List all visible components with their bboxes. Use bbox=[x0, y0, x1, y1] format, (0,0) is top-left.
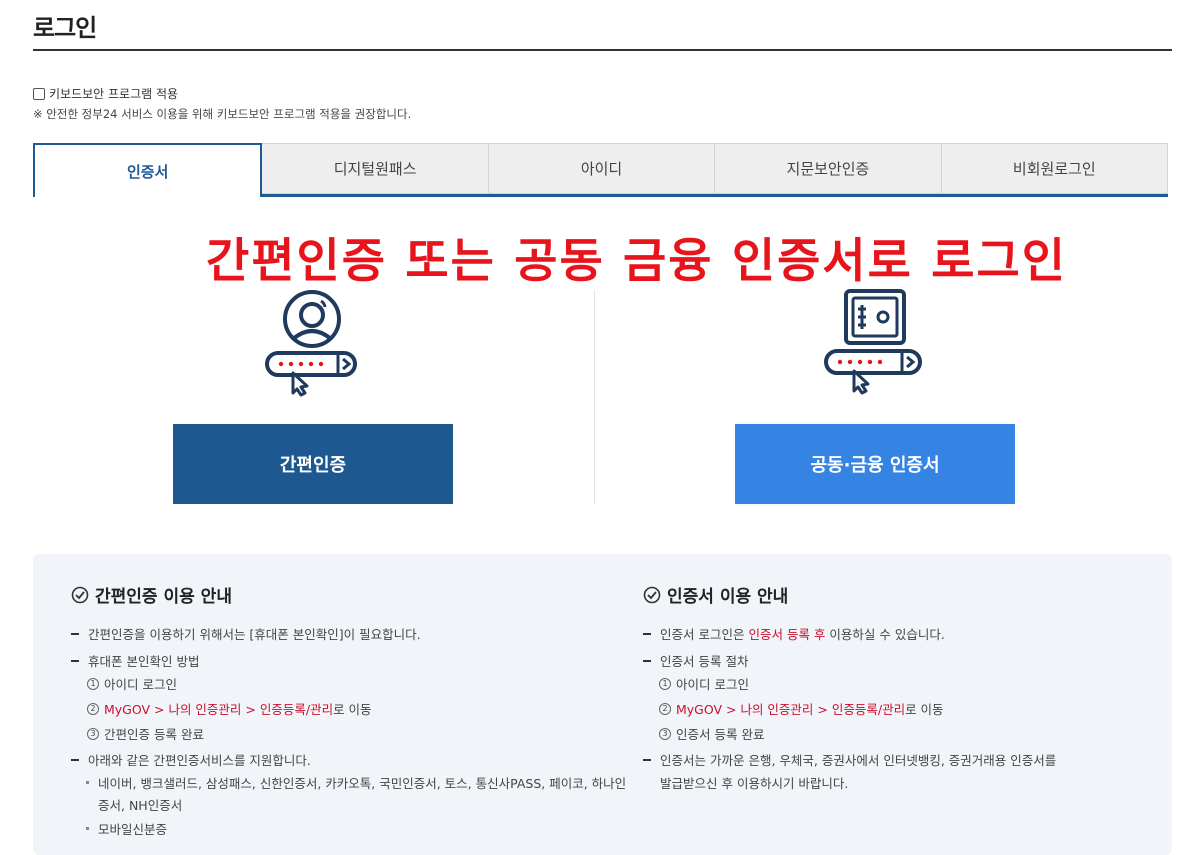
step-text: 아이디 로그인 bbox=[676, 677, 749, 692]
overlay-caption: 간편인증 또는 공동 금융 인증서로 로그인 bbox=[206, 234, 1067, 289]
simple-guide-line: 휴대폰 본인확인 방법 bbox=[71, 651, 199, 670]
keyboard-security-label[interactable]: 키보드보안 프로그램 적용 bbox=[49, 85, 178, 102]
title-rule bbox=[33, 49, 1172, 51]
simple-guide-heading-text: 간편인증 이용 안내 bbox=[95, 587, 232, 607]
cert-guide-line-text: 이용하실 수 있습니다. bbox=[829, 627, 945, 642]
step-text: 인증서 등록 완료 bbox=[676, 727, 765, 742]
step-number: 2 bbox=[659, 702, 671, 715]
cert-guide-line-text: 인증서 로그인은 bbox=[660, 627, 745, 642]
step-number: 3 bbox=[87, 727, 99, 740]
cert-guide-emphasis: 인증서 등록 후 bbox=[748, 627, 826, 642]
simple-guide-line-text: 휴대폰 본인확인 방법 bbox=[88, 654, 200, 669]
tab-digital-onepass[interactable]: 디지털원패스 bbox=[262, 143, 489, 194]
step-number: 2 bbox=[87, 702, 99, 715]
tab-fingerprint[interactable]: 지문보안인증 bbox=[715, 143, 942, 194]
page-title: 로그인 bbox=[33, 14, 97, 42]
keyboard-security-checkbox[interactable] bbox=[33, 87, 45, 100]
tab-guest-login[interactable]: 비회원로그인 bbox=[941, 143, 1169, 194]
simple-guide-step: 3 간편인증 등록 완료 bbox=[71, 724, 204, 743]
simple-guide-bullet: 모바일신분증 bbox=[71, 819, 167, 838]
keyboard-security-note: ※ 안전한 정부24 서비스 이용을 위해 키보드보안 프로그램 적용을 권장합… bbox=[33, 107, 412, 121]
cert-guide-line-text: 인증서는 가까운 은행, 우체국, 증권사에서 인터넷뱅킹, 증권거래용 인증서… bbox=[660, 753, 1057, 768]
cert-guide-step: 1 아이디 로그인 bbox=[643, 674, 749, 693]
simple-guide-step: 2 MyGOV > 나의 인증관리 > 인증등록/관리 로 이동 bbox=[71, 699, 372, 718]
check-circle-icon bbox=[71, 586, 89, 603]
cert-guide-step: 2 MyGOV > 나의 인증관리 > 인증등록/관리 로 이동 bbox=[643, 699, 944, 718]
person-password-icon bbox=[265, 290, 357, 397]
simple-guide-line-text: 아래와 같은 간편인증서비스를 지원합니다. bbox=[88, 753, 311, 768]
simple-guide-step: 1 아이디 로그인 bbox=[71, 674, 177, 693]
step-number: 3 bbox=[659, 727, 671, 740]
simple-guide-bullet: 네이버, 뱅크샐러드, 삼성패스, 신한인증서, 카카오톡, 국민인증서, 토스… bbox=[71, 773, 626, 792]
cert-guide-line: 인증서 로그인은 인증서 등록 후 이용하실 수 있습니다. bbox=[643, 624, 945, 643]
mygov-link[interactable]: MyGOV > 나의 인증관리 > 인증등록/관리 bbox=[104, 699, 333, 718]
step-number: 1 bbox=[659, 677, 671, 690]
simple-guide-line-text: 간편인증을 이용하기 위해서는 [휴대폰 본인확인]이 필요합니다. bbox=[88, 627, 421, 642]
providers-text: 증서, NH인증서 bbox=[98, 798, 183, 813]
simple-guide-line: 간편인증을 이용하기 위해서는 [휴대폰 본인확인]이 필요합니다. bbox=[71, 624, 421, 643]
login-tabs: 인증서 디지털원패스 아이디 지문보안인증 비회원로그인 bbox=[33, 143, 1169, 197]
cert-guide-line-cont: 발급받으신 후 이용하시기 바랍니다. bbox=[643, 773, 848, 792]
cert-guide-step: 3 인증서 등록 완료 bbox=[643, 724, 764, 743]
step-text: 간편인증 등록 완료 bbox=[104, 727, 204, 742]
safe-password-icon bbox=[824, 289, 922, 395]
cert-guide-line: 인증서는 가까운 은행, 우체국, 증권사에서 인터넷뱅킹, 증권거래용 인증서… bbox=[643, 750, 1056, 769]
keyboard-security-row[interactable]: 키보드보안 프로그램 적용 bbox=[33, 85, 178, 102]
cert-guide-line-text: 발급받으신 후 이용하시기 바랍니다. bbox=[660, 776, 849, 791]
column-divider bbox=[594, 290, 595, 504]
mygov-link[interactable]: MyGOV > 나의 인증관리 > 인증등록/관리 bbox=[676, 699, 905, 718]
cert-guide-heading: 인증서 이용 안내 bbox=[643, 582, 788, 607]
cert-guide-line-text: 인증서 등록 절차 bbox=[660, 654, 749, 669]
step-text: 로 이동 bbox=[333, 702, 372, 717]
joint-cert-button[interactable]: 공동·금융 인증서 bbox=[735, 424, 1015, 504]
step-text: 로 이동 bbox=[905, 702, 944, 717]
step-text: 아이디 로그인 bbox=[104, 677, 177, 692]
simple-guide-line: 아래와 같은 간편인증서비스를 지원합니다. bbox=[71, 750, 311, 769]
simple-guide-bullet-cont: 증서, NH인증서 bbox=[71, 795, 182, 814]
cert-guide-line: 인증서 등록 절차 bbox=[643, 651, 748, 670]
check-circle-icon bbox=[643, 586, 661, 603]
cert-guide-heading-text: 인증서 이용 안내 bbox=[667, 587, 789, 607]
simple-guide-heading: 간편인증 이용 안내 bbox=[71, 582, 232, 607]
mobile-id-text: 모바일신분증 bbox=[98, 822, 168, 837]
guide-panel: 간편인증 이용 안내 간편인증을 이용하기 위해서는 [휴대폰 본인확인]이 필… bbox=[33, 554, 1172, 855]
tab-id[interactable]: 아이디 bbox=[488, 143, 716, 194]
simple-auth-button[interactable]: 간편인증 bbox=[173, 424, 453, 504]
tab-certificate[interactable]: 인증서 bbox=[33, 143, 263, 197]
providers-text: 네이버, 뱅크샐러드, 삼성패스, 신한인증서, 카카오톡, 국민인증서, 토스… bbox=[98, 776, 627, 791]
step-number: 1 bbox=[87, 677, 99, 690]
